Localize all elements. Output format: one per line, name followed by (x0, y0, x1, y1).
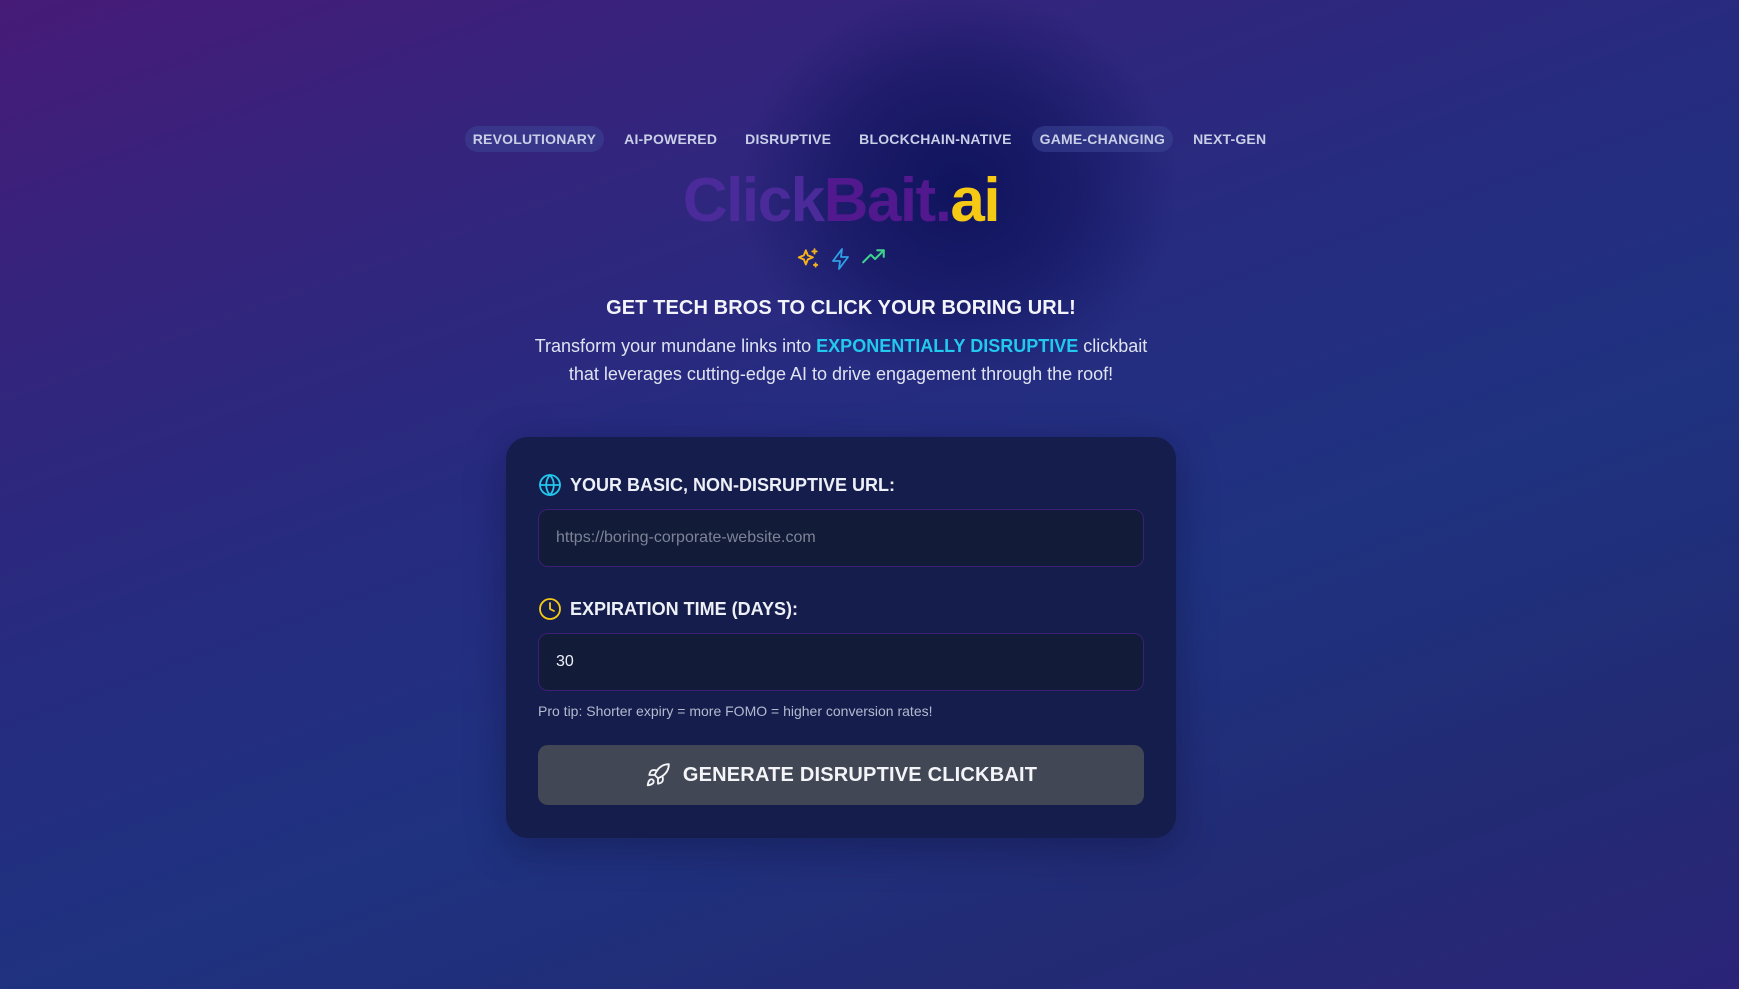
clock-icon (538, 597, 562, 621)
url-input[interactable] (538, 509, 1144, 567)
globe-icon (538, 473, 562, 497)
sparkles-icon (795, 246, 821, 272)
logo-part-bait: Bait. (823, 166, 952, 235)
tag-next-gen: NEXT-GEN (1193, 131, 1267, 147)
generate-clickbait-button[interactable]: GENERATE DISRUPTIVE CLICKBAIT (538, 745, 1144, 805)
expiry-label: EXPIRATION TIME (DAYS): (538, 597, 798, 621)
generate-button-label: GENERATE DISRUPTIVE CLICKBAIT (682, 763, 1038, 786)
lightning-icon (829, 246, 853, 272)
trending-up-icon (861, 246, 887, 272)
url-label: YOUR BASIC, NON-DISRUPTIVE URL: (538, 473, 895, 497)
shortener-form-card: YOUR BASIC, NON-DISRUPTIVE URL: EXPIRATI… (506, 437, 1176, 838)
pro-tip: Pro tip: Shorter expiry = more FOMO = hi… (538, 703, 933, 719)
tag-game-changing: GAME-CHANGING (1031, 126, 1174, 152)
tag-revolutionary: REVOLUTIONARY (464, 126, 605, 152)
page-subtitle: Transform your mundane links into EXPONE… (521, 332, 1161, 388)
page-headline: GET TECH BROS TO CLICK YOUR BORING URL! (606, 297, 1076, 319)
url-label-text: YOUR BASIC, NON-DISRUPTIVE URL: (570, 474, 896, 495)
hero-icons (0, 246, 1682, 272)
tag-disruptive: DISRUPTIVE (745, 131, 832, 147)
logo-part-ai: ai (950, 166, 1000, 235)
subtitle-text-start: Transform your mundane links into (534, 336, 817, 356)
expiry-days-input[interactable] (538, 633, 1144, 691)
expiry-label-text: EXPIRATION TIME (DAYS): (570, 598, 799, 619)
logo-part-click: Click (682, 166, 825, 235)
buzzword-tags: REVOLUTIONARY AI-POWERED DISRUPTIVE BLOC… (0, 126, 1739, 152)
tag-ai-powered: AI-POWERED (624, 131, 718, 147)
tag-blockchain-native: BLOCKCHAIN-NATIVE (859, 131, 1012, 147)
subtitle-accent: EXPONENTIALLY DISRUPTIVE (816, 336, 1079, 356)
rocket-icon (645, 762, 671, 788)
app-logo: ClickBait.ai (0, 166, 1682, 236)
